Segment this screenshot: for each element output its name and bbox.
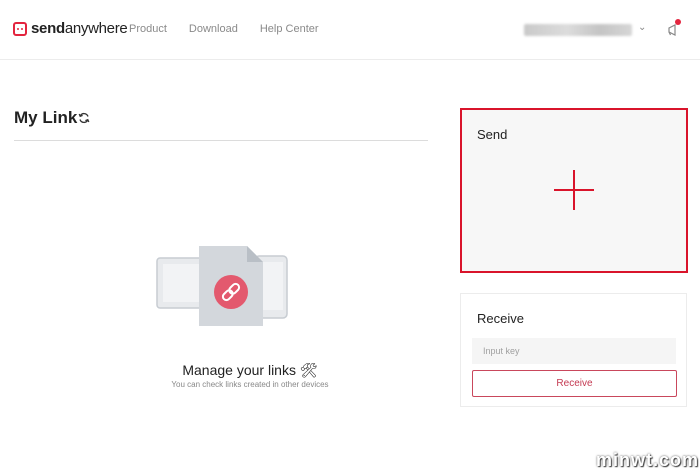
logo-icon: [13, 21, 27, 36]
send-panel[interactable]: Send: [460, 108, 688, 273]
input-key-field[interactable]: [472, 338, 676, 364]
empty-state-subtitle: You can check links created in other dev…: [171, 380, 329, 389]
refresh-icon[interactable]: [77, 111, 91, 125]
account-email-blurred[interactable]: [524, 24, 632, 36]
receive-label: Receive: [477, 311, 524, 326]
section-divider: [14, 140, 428, 141]
nav-help-center[interactable]: Help Center: [260, 23, 319, 35]
top-header: sendanywhere Product Download Help Cente…: [0, 0, 700, 60]
chevron-down-icon[interactable]: ⌄: [638, 22, 646, 33]
notification-badge: [675, 19, 681, 25]
main-nav: Product Download Help Center: [129, 23, 319, 35]
my-link-title: My Link: [14, 108, 78, 127]
logo[interactable]: sendanywhere: [13, 20, 128, 37]
plus-icon[interactable]: [552, 168, 596, 212]
receive-panel: Receive Receive: [460, 293, 687, 407]
receive-button[interactable]: Receive: [472, 370, 677, 397]
nav-product[interactable]: Product: [129, 23, 167, 35]
send-label: Send: [477, 127, 508, 142]
links-illustration: [156, 246, 288, 326]
empty-state-title: Manage your links 🛠: [182, 362, 318, 378]
notification-icon[interactable]: [666, 23, 680, 37]
logo-text: sendanywhere: [31, 20, 128, 37]
watermark: minwt.com: [596, 450, 700, 470]
nav-download[interactable]: Download: [189, 23, 238, 35]
